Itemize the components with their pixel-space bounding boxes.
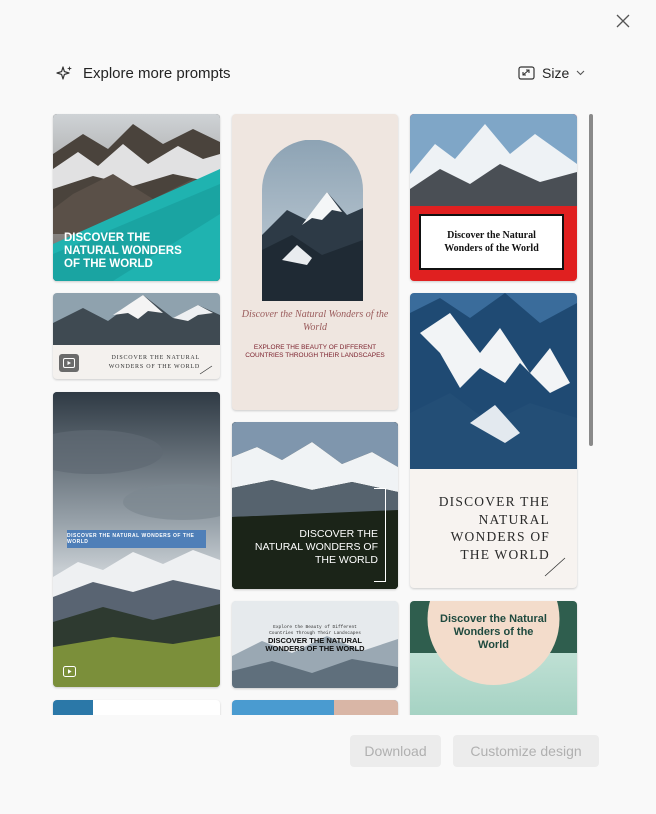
card-title: DISCOVER THE NATURAL WONDERS OF THE WORL…: [265, 636, 365, 653]
video-badge: [61, 664, 77, 678]
card-color-block: [53, 700, 93, 715]
close-button[interactable]: [612, 10, 634, 32]
template-card[interactable]: DISCOVER THE NATURAL WONDERS OF THE WORL…: [232, 422, 398, 589]
title-banner: DISCOVER THE NATURAL WONDERS OF THE WORL…: [67, 530, 206, 548]
size-label: Size: [542, 65, 570, 81]
template-card[interactable]: [53, 700, 220, 715]
card-title: DISCOVER THE NATURAL WONDERS OF THE WORL…: [64, 232, 182, 270]
sparkle-icon: [56, 65, 72, 80]
template-card[interactable]: DISCOVER THE NATURAL WONDERS OF THE WORL…: [53, 392, 220, 687]
card-title: Discover the Natural Wonders of the Worl…: [444, 230, 539, 254]
template-card[interactable]: Discover the Natural Wonders of the Worl…: [410, 114, 577, 281]
play-icon: [63, 358, 75, 368]
card-color-block: [334, 700, 398, 715]
template-gallery[interactable]: DISCOVER THE NATURAL WONDERS OF THE WORL…: [50, 112, 590, 715]
mountain-photo: [410, 293, 577, 469]
decorative-line: [199, 365, 213, 375]
resize-icon: [518, 66, 535, 80]
gallery-scrollbar[interactable]: [589, 114, 593, 446]
template-card[interactable]: DISCOVER THE NATURAL WONDERS OF THE WORL…: [53, 114, 220, 281]
template-card[interactable]: Discover the Natural Wonders of the Worl…: [410, 601, 577, 715]
mountain-photo: [410, 114, 577, 206]
template-card[interactable]: Discover the Natural Wonders of the Worl…: [232, 114, 398, 410]
arch-photo: [262, 140, 363, 301]
video-badge: [59, 354, 79, 372]
chevron-down-icon: [576, 70, 585, 76]
card-title: DISCOVER THE NATURAL WONDERS OF THE WORL…: [254, 528, 378, 566]
card-script-title: Discover the Natural Wonders of the Worl…: [241, 309, 389, 333]
download-button[interactable]: Download: [350, 735, 441, 767]
card-kicker: Explore the Beauty of Different Countrie…: [269, 625, 361, 636]
explore-prompts-heading: Explore more prompts: [56, 62, 231, 84]
size-dropdown[interactable]: Size: [518, 62, 585, 84]
decorative-bracket: [374, 488, 386, 582]
play-icon: [62, 665, 76, 677]
customize-design-button[interactable]: Customize design: [453, 735, 599, 767]
template-card[interactable]: DISCOVER THE NATURAL WONDERS OF THE WORL…: [53, 293, 220, 379]
mountain-photo: [53, 293, 220, 345]
card-title: Discover the Natural Wonders of the Worl…: [440, 613, 547, 651]
template-card[interactable]: [232, 700, 398, 715]
template-card[interactable]: DISCOVER THE NATURAL WONDERS OF THE WORL…: [410, 293, 577, 588]
card-title: DISCOVER THE NATURAL WONDERS OF THE WORL…: [67, 533, 195, 545]
card-subtitle: EXPLORE THE BEAUTY OF DIFFERENT COUNTRIE…: [245, 344, 385, 359]
template-card[interactable]: Explore the Beauty of Different Countrie…: [232, 601, 398, 688]
card-title: DISCOVER THE NATURAL WONDERS OF THE WORL…: [438, 494, 550, 562]
close-icon: [616, 14, 630, 28]
decorative-line: [544, 557, 566, 577]
explore-prompts-title: Explore more prompts: [83, 64, 231, 82]
title-box: Discover the Natural Wonders of the Worl…: [419, 214, 564, 270]
card-title: DISCOVER THE NATURAL WONDERS OF THE WORL…: [108, 355, 200, 370]
